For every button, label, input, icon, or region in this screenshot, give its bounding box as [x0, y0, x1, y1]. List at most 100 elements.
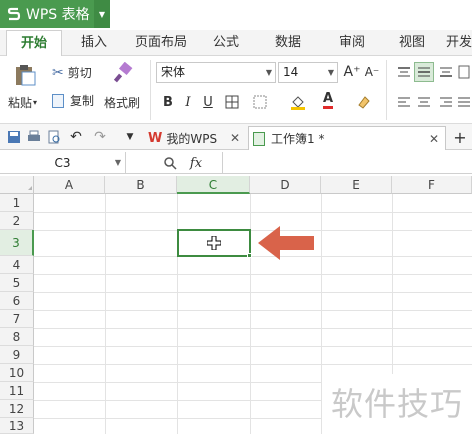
wps-logo-icon: [4, 4, 24, 24]
cut-label: 剪切: [67, 66, 92, 80]
tab-page-layout[interactable]: 页面布局: [128, 30, 194, 56]
paste-button[interactable]: 粘贴 ▾: [8, 94, 37, 111]
italic-button[interactable]: I: [178, 92, 198, 112]
ribbon-divider: [150, 60, 151, 120]
row-header[interactable]: 9: [0, 346, 34, 364]
cut-button[interactable]: ✂ 剪切: [52, 64, 92, 81]
font-color-button[interactable]: A: [318, 90, 338, 110]
shrink-font-button[interactable]: A⁻: [362, 62, 382, 82]
grid-line: [34, 292, 472, 293]
ribbon-divider: [386, 60, 387, 120]
format-painter-label: 格式刷: [104, 96, 141, 110]
chevron-down-icon: ▼: [327, 68, 334, 77]
fill-handle[interactable]: [247, 253, 252, 258]
justify-icon[interactable]: [456, 92, 472, 112]
clear-format-icon[interactable]: [354, 92, 374, 112]
watermark-text: 软件技巧: [322, 374, 472, 434]
app-menu-button[interactable]: WPS 表格 ▼: [0, 0, 110, 28]
print-icon[interactable]: [24, 127, 44, 147]
copy-label: 复制: [70, 94, 95, 108]
column-header-f[interactable]: F: [392, 176, 472, 194]
align-left-icon[interactable]: [394, 92, 414, 112]
name-box-value: C3: [54, 156, 71, 170]
scissors-icon: ✂: [52, 64, 64, 81]
row-header[interactable]: 2: [0, 212, 34, 230]
chevron-down-icon: ▼: [265, 68, 272, 77]
align-bottom-icon[interactable]: [436, 62, 456, 82]
copy-button[interactable]: 复制: [52, 92, 94, 109]
tab-insert[interactable]: 插入: [72, 30, 116, 56]
format-painter-icon[interactable]: [110, 60, 136, 86]
align-top-icon[interactable]: [394, 62, 414, 82]
grid-line: [34, 256, 472, 257]
ribbon-home: 粘贴 ▾ ✂ 剪切 复制 格式刷 宋体 ▼ 14 ▼ A⁺ A⁻ B I U A: [0, 56, 472, 124]
tab-developer[interactable]: 开发: [446, 30, 472, 56]
copy-icon: [52, 93, 64, 108]
merge-cells-icon[interactable]: [250, 92, 270, 112]
grow-font-button[interactable]: A⁺: [342, 62, 362, 82]
font-name-select[interactable]: 宋体 ▼: [156, 62, 276, 83]
select-all-corner[interactable]: [0, 176, 34, 194]
fill-color-icon[interactable]: [288, 92, 308, 112]
grid-line: [34, 230, 472, 231]
close-icon[interactable]: ✕: [429, 132, 439, 146]
spreadsheet-icon: [253, 131, 265, 146]
customize-dropdown-icon[interactable]: ▼: [120, 127, 140, 147]
font-size-select[interactable]: 14 ▼: [278, 62, 338, 83]
undo-icon[interactable]: ↶: [66, 127, 86, 147]
wrap-text-icon[interactable]: [456, 62, 472, 82]
column-header-e[interactable]: E: [321, 176, 392, 194]
zoom-search-icon[interactable]: [160, 153, 180, 173]
app-name: WPS 表格: [26, 7, 90, 23]
bold-button[interactable]: B: [158, 92, 178, 112]
doc-tab-label: 工作簿1 *: [271, 132, 325, 146]
align-middle-icon[interactable]: [414, 62, 434, 82]
grid-line: [34, 212, 472, 213]
row-header[interactable]: 12: [0, 400, 34, 418]
underline-button[interactable]: U: [198, 92, 218, 112]
column-header-a[interactable]: A: [34, 176, 105, 194]
row-header[interactable]: 3: [0, 230, 34, 256]
print-preview-icon[interactable]: [44, 127, 64, 147]
chevron-down-icon[interactable]: ▼: [94, 0, 110, 28]
quick-access-bar: ↶ ↷ ▼ W 我的WPS ✕ 工作簿1 * ✕ +: [0, 124, 472, 150]
formula-input[interactable]: [222, 152, 472, 174]
row-header[interactable]: 11: [0, 382, 34, 400]
name-box[interactable]: C3 ▼: [0, 152, 126, 174]
font-size-value: 14: [283, 65, 299, 79]
grid-line: [34, 310, 472, 311]
row-header[interactable]: 10: [0, 364, 34, 382]
borders-icon[interactable]: [222, 92, 242, 112]
row-header[interactable]: 6: [0, 292, 34, 310]
cursor-crosshair-icon: [206, 235, 222, 251]
column-header-c[interactable]: C: [177, 176, 250, 194]
doc-tab-mywps[interactable]: W 我的WPS ✕: [144, 126, 244, 150]
align-center-icon[interactable]: [414, 92, 434, 112]
format-painter-button[interactable]: 格式刷: [104, 94, 140, 111]
chevron-down-icon: ▼: [114, 158, 121, 167]
align-right-icon[interactable]: [436, 92, 456, 112]
save-icon[interactable]: [4, 127, 24, 147]
row-header[interactable]: 7: [0, 310, 34, 328]
tab-review[interactable]: 审阅: [330, 30, 374, 56]
row-header[interactable]: 13: [0, 418, 34, 434]
insert-function-button[interactable]: fx: [186, 153, 206, 173]
tab-home[interactable]: 开始: [6, 30, 62, 57]
tab-formulas[interactable]: 公式: [204, 30, 248, 56]
tab-data[interactable]: 数据: [266, 30, 310, 56]
redo-icon[interactable]: ↷: [90, 127, 110, 147]
column-header-d[interactable]: D: [250, 176, 321, 194]
paste-label: 粘贴: [8, 96, 33, 110]
column-header-b[interactable]: B: [105, 176, 177, 194]
row-header[interactable]: 8: [0, 328, 34, 346]
doc-tab-workbook1[interactable]: 工作簿1 * ✕: [248, 126, 446, 150]
row-header[interactable]: 4: [0, 256, 34, 274]
paste-icon[interactable]: [12, 62, 38, 88]
new-tab-plus-icon[interactable]: +: [450, 127, 470, 147]
row-header[interactable]: 5: [0, 274, 34, 292]
row-header[interactable]: 1: [0, 194, 34, 212]
tab-view[interactable]: 视图: [390, 30, 434, 56]
close-icon[interactable]: ✕: [230, 131, 240, 145]
title-bar: WPS 表格 ▼: [0, 0, 472, 30]
formula-bar: C3 ▼ fx: [0, 152, 472, 174]
